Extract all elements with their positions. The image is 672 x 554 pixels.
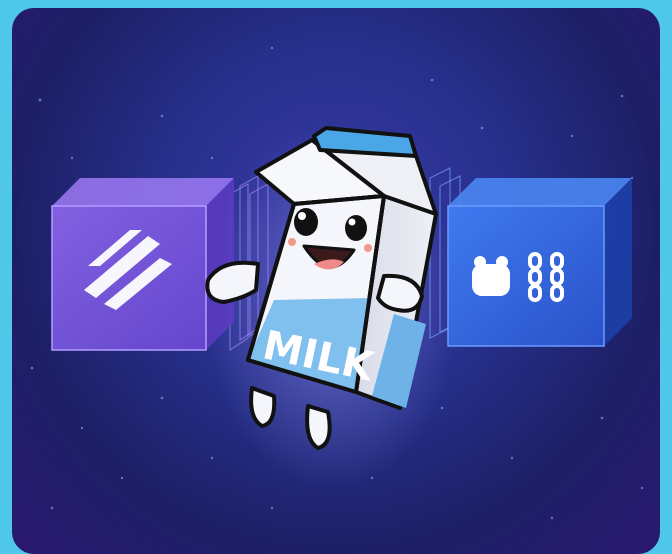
illustration-card: MILK bbox=[12, 8, 660, 554]
milk-carton-mascot: MILK bbox=[205, 126, 438, 450]
milk-bridge-illustration: MILK bbox=[30, 46, 644, 520]
right-cube bbox=[447, 178, 632, 347]
left-cube bbox=[51, 178, 234, 351]
